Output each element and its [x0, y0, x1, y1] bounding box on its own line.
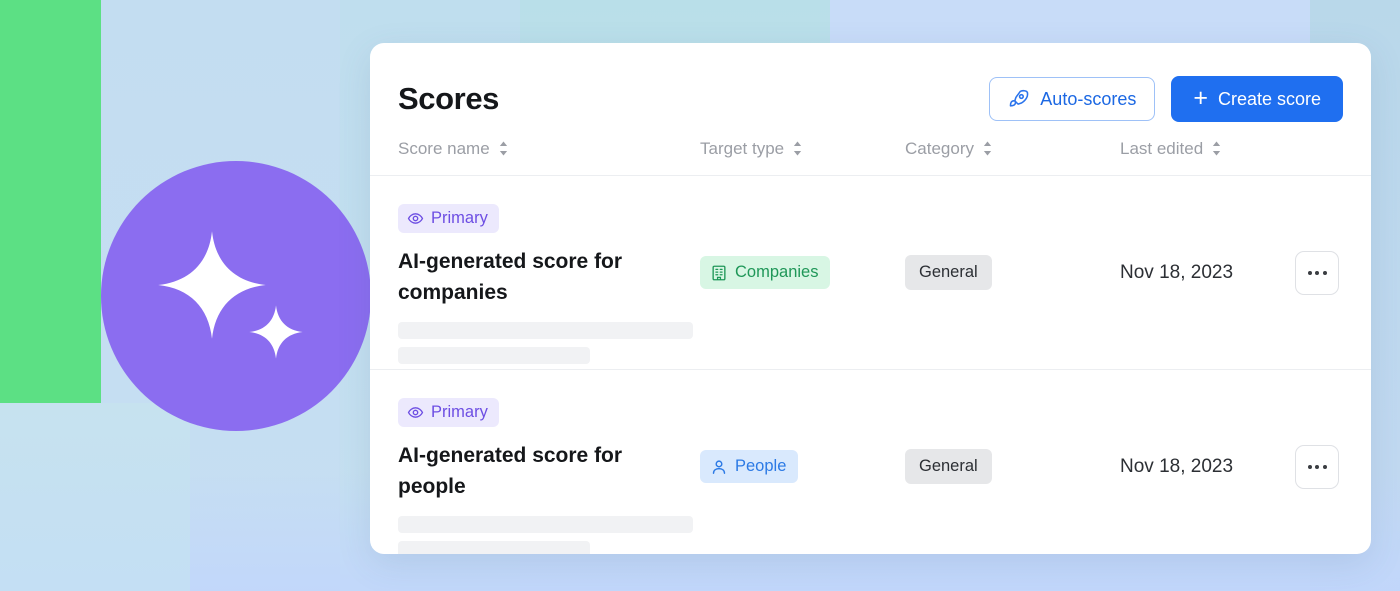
status-badge-primary: Primary — [398, 204, 499, 233]
building-icon — [712, 265, 726, 280]
skeleton-placeholder-line — [398, 347, 590, 365]
column-header-label: Target type — [700, 138, 785, 158]
skeleton-placeholder-line — [398, 516, 693, 534]
cell-category: General — [905, 370, 1120, 554]
sort-icon — [1210, 140, 1223, 157]
badge-label: Companies — [735, 263, 819, 281]
table-row[interactable]: Primary AI-generated score for companies… — [370, 176, 1371, 370]
column-header-label: Last edited — [1120, 138, 1204, 158]
sort-icon — [497, 140, 510, 157]
cell-actions — [1295, 370, 1371, 554]
auto-scores-label: Auto-scores — [1040, 88, 1137, 109]
ellipsis-icon — [1307, 270, 1312, 275]
cell-score-name: Primary AI-generated score for people — [370, 370, 700, 554]
background-band-lower — [0, 403, 190, 591]
column-header-label: Category — [905, 138, 974, 158]
cell-target-type: Companies — [700, 176, 905, 369]
create-score-label: Create score — [1217, 88, 1321, 109]
target-type-badge-people: People — [700, 450, 799, 483]
skeleton-placeholder-line — [398, 541, 590, 554]
person-icon — [712, 459, 726, 474]
ellipsis-icon — [1322, 270, 1327, 275]
cell-last-edited: Nov 18, 2023 — [1120, 176, 1295, 369]
card-header: Scores Auto-scores + Create score — [370, 43, 1371, 122]
ellipsis-icon — [1315, 270, 1319, 275]
skeleton-placeholder-line — [398, 322, 693, 340]
category-badge: General — [905, 255, 992, 290]
column-header-label: Score name — [398, 138, 490, 158]
cell-last-edited: Nov 18, 2023 — [1120, 370, 1295, 554]
auto-scores-button[interactable]: Auto-scores — [989, 77, 1156, 121]
ellipsis-icon — [1322, 464, 1327, 469]
sparkle-small-icon — [249, 305, 303, 359]
cell-actions — [1295, 176, 1371, 369]
screenshot-stage: Scores Auto-scores + Create score Score … — [0, 0, 1400, 591]
cell-category: General — [905, 176, 1120, 369]
badge-label: Primary — [431, 403, 488, 421]
score-name-text: AI-generated score for companies — [398, 250, 623, 304]
badge-label: Primary — [431, 209, 488, 227]
sort-icon — [981, 140, 994, 157]
cell-score-name: Primary AI-generated score for companies — [370, 176, 700, 365]
status-badge-primary: Primary — [398, 398, 499, 427]
last-edited-date: Nov 18, 2023 — [1120, 455, 1234, 477]
sparkles-icon — [151, 211, 321, 381]
ellipsis-icon — [1307, 464, 1312, 469]
ai-sparkle-circle — [101, 161, 371, 431]
category-badge: General — [905, 449, 992, 484]
column-header-score-name[interactable]: Score name — [370, 139, 700, 159]
sort-icon — [791, 140, 804, 157]
row-menu-button[interactable] — [1295, 444, 1339, 489]
create-score-button[interactable]: + Create score — [1171, 76, 1343, 122]
table-row[interactable]: Primary AI-generated score for people Pe… — [370, 370, 1371, 554]
cell-target-type: People — [700, 370, 905, 554]
table-header-row: Score name Target type Category Last edi… — [370, 122, 1371, 176]
column-header-target-type[interactable]: Target type — [700, 139, 905, 159]
column-header-last-edited[interactable]: Last edited — [1120, 139, 1295, 159]
green-decorative-block — [0, 0, 101, 403]
scores-card: Scores Auto-scores + Create score Score … — [370, 43, 1371, 554]
eye-icon — [407, 213, 424, 224]
badge-label: People — [735, 457, 787, 475]
page-title: Scores — [398, 81, 499, 116]
header-actions: Auto-scores + Create score — [989, 76, 1343, 122]
row-menu-button[interactable] — [1295, 250, 1339, 295]
eye-icon — [407, 407, 424, 418]
column-header-category[interactable]: Category — [905, 139, 1120, 159]
target-type-badge-companies: Companies — [700, 256, 831, 289]
last-edited-date: Nov 18, 2023 — [1120, 261, 1234, 283]
scores-table: Score name Target type Category Last edi… — [370, 122, 1371, 554]
ellipsis-icon — [1315, 464, 1319, 469]
score-name-text: AI-generated score for people — [398, 444, 623, 498]
plus-icon: + — [1193, 83, 1208, 112]
rocket-icon — [1009, 89, 1029, 107]
